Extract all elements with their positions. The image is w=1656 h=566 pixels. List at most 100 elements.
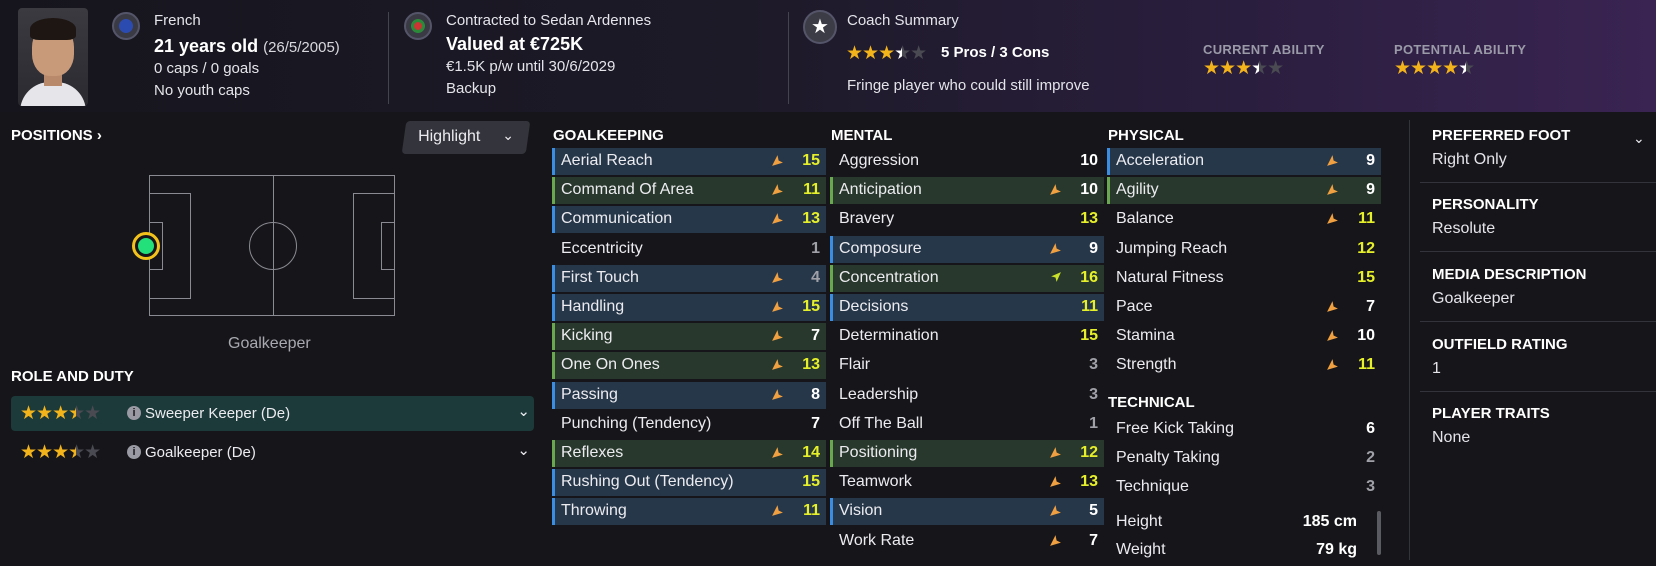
attribute-name: Composure — [839, 239, 922, 257]
attribute-name: Throwing — [561, 502, 627, 520]
attribute-value: 15 — [802, 152, 820, 169]
attribute-value: 13 — [1080, 210, 1098, 228]
attribute-row[interactable]: Acceleration 9 — [1107, 148, 1381, 175]
attribute-name: Command Of Area — [561, 181, 694, 199]
attribute-row[interactable]: Natural Fitness 15 — [1107, 265, 1381, 292]
attribute-row[interactable]: Positioning 12 — [830, 440, 1104, 467]
attribute-row[interactable]: Decisions 11 — [830, 294, 1104, 321]
attribute-row[interactable]: Balance 11 — [1107, 206, 1381, 233]
national-team-badge-icon[interactable] — [112, 12, 140, 40]
age: 21 years old — [154, 36, 259, 56]
attribute-value: 13 — [802, 356, 820, 374]
attribute-row[interactable]: Vision 5 — [830, 498, 1104, 526]
attribute-row[interactable]: Eccentricity 1 — [552, 236, 826, 263]
attribute-row[interactable]: Strength 11 — [1107, 352, 1381, 379]
nationality[interactable]: French — [154, 12, 201, 29]
attribute-row[interactable]: Command Of Area 11 — [552, 177, 826, 205]
chevron-down-icon[interactable]: ⌄ — [517, 441, 530, 459]
attribute-row[interactable]: First Touch 4 — [552, 264, 826, 292]
attribute-row[interactable]: Handling 15 — [552, 294, 826, 321]
media-description-label: MEDIA DESCRIPTION — [1432, 266, 1587, 283]
attribute-row[interactable]: Anticipation 10 — [830, 177, 1104, 205]
attribute-name: Jumping Reach — [1116, 239, 1228, 257]
attribute-name: Flair — [839, 356, 871, 374]
physical-title: PHYSICAL — [1108, 127, 1184, 144]
role-row[interactable]: ★★★★★ i Sweeper Keeper (De) ⌄ — [11, 396, 534, 431]
attribute-row[interactable]: Jumping Reach 12 — [1107, 236, 1381, 263]
pros-cons[interactable]: 5 Pros / 3 Cons — [941, 44, 1049, 61]
attribute-value: 11 — [1081, 298, 1098, 315]
attribute-name: Aerial Reach — [561, 152, 653, 169]
attribute-row[interactable]: Agility 9 — [1107, 177, 1381, 205]
attribute-value: 10 — [1080, 181, 1098, 199]
attribute-row[interactable]: Rushing Out (Tendency) 15 — [552, 469, 826, 497]
attribute-name: Penalty Taking — [1116, 449, 1220, 467]
attribute-row[interactable]: Throwing 11 — [552, 498, 826, 526]
attribute-row[interactable]: Technique 3 — [1107, 474, 1381, 501]
current-ability-stars: ★★★★★ — [1203, 58, 1284, 79]
attribute-row[interactable]: Flair 3 — [830, 352, 1104, 379]
club-badge-icon[interactable] — [404, 12, 432, 40]
contract-club[interactable]: Contracted to Sedan Ardennes — [446, 12, 651, 29]
caps-goals: 0 caps / 0 goals — [154, 60, 260, 77]
outfield-rating-label: OUTFIELD RATING — [1432, 336, 1568, 353]
chevron-down-icon: ⌄ — [502, 127, 515, 143]
attribute-row[interactable]: Composure 9 — [830, 235, 1104, 263]
attribute-row[interactable]: Pace 7 — [1107, 294, 1381, 321]
attribute-row[interactable]: Determination 15 — [830, 323, 1104, 350]
attribute-name: Rushing Out (Tendency) — [561, 473, 734, 491]
attribute-value: 11 — [803, 181, 820, 199]
age-line: 21 years old (26/5/2005) — [154, 36, 340, 57]
attribute-name: One On Ones — [561, 356, 660, 374]
attribute-row[interactable]: Work Rate 7 — [830, 528, 1104, 555]
attribute-row[interactable]: Communication 13 — [552, 206, 826, 234]
player-photo[interactable] — [18, 8, 88, 106]
scrollbar[interactable] — [1377, 511, 1381, 555]
photo-hair — [30, 18, 76, 40]
attribute-row[interactable]: Reflexes 14 — [552, 440, 826, 467]
trend-arrow-icon — [772, 213, 783, 225]
attribute-row[interactable]: Free Kick Taking 6 — [1107, 416, 1381, 443]
attribute-row[interactable]: Teamwork 13 — [830, 469, 1104, 496]
attribute-value: 7 — [811, 414, 820, 432]
highlight-dropdown[interactable]: Highlight ⌄ — [401, 121, 531, 154]
attribute-row[interactable]: Concentration 16 — [830, 264, 1104, 292]
trend-arrow-icon — [1050, 534, 1061, 546]
attribute-value: 7 — [1089, 531, 1098, 549]
attribute-row[interactable]: Leadership 3 — [830, 382, 1104, 409]
attribute-row[interactable]: Kicking 7 — [552, 323, 826, 351]
goalkeeper-position-marker[interactable] — [132, 232, 160, 260]
pitch-diagram — [149, 175, 395, 316]
chevron-right-icon: › — [96, 127, 102, 144]
attribute-name: Passing — [561, 385, 618, 403]
trend-arrow-icon — [772, 301, 783, 312]
personality-label: PERSONALITY — [1432, 196, 1539, 213]
attribute-name: Communication — [561, 210, 673, 228]
outfield-rating-value: 1 — [1432, 360, 1441, 377]
attribute-row[interactable]: Off The Ball 1 — [830, 411, 1104, 438]
attribute-row[interactable]: One On Ones 13 — [552, 352, 826, 380]
attribute-row[interactable]: Punching (Tendency) 7 — [552, 411, 826, 438]
squad-status[interactable]: Backup — [446, 80, 496, 97]
trend-arrow-icon — [772, 359, 783, 371]
attribute-row[interactable]: Bravery 13 — [830, 206, 1104, 233]
player-traits-label: PLAYER TRAITS — [1432, 405, 1550, 422]
positions-title[interactable]: POSITIONS › — [11, 127, 102, 144]
trend-arrow-icon — [1327, 301, 1338, 312]
attribute-name: Technique — [1116, 478, 1189, 496]
info-icon[interactable]: i — [127, 406, 141, 420]
attribute-row[interactable]: Passing 8 — [552, 381, 826, 409]
personality-value[interactable]: Resolute — [1432, 220, 1656, 238]
trend-arrow-icon — [1050, 447, 1061, 458]
attribute-name: Stamina — [1116, 327, 1175, 345]
role-row[interactable]: ★★★★★ i Goalkeeper (De) ⌄ — [11, 435, 534, 470]
outfield-rating-block: OUTFIELD RATING 1 — [1432, 336, 1656, 378]
attribute-row[interactable]: Aggression 10 — [830, 148, 1104, 175]
attribute-row[interactable]: Stamina 10 — [1107, 323, 1381, 350]
attribute-name: Work Rate — [839, 531, 915, 549]
info-icon[interactable]: i — [127, 445, 141, 459]
attribute-row[interactable]: Penalty Taking 2 — [1107, 445, 1381, 472]
chevron-down-icon[interactable]: ⌄ — [517, 402, 530, 420]
coach-summary-title[interactable]: Coach Summary — [847, 12, 959, 29]
attribute-row[interactable]: Aerial Reach 15 — [552, 148, 826, 175]
